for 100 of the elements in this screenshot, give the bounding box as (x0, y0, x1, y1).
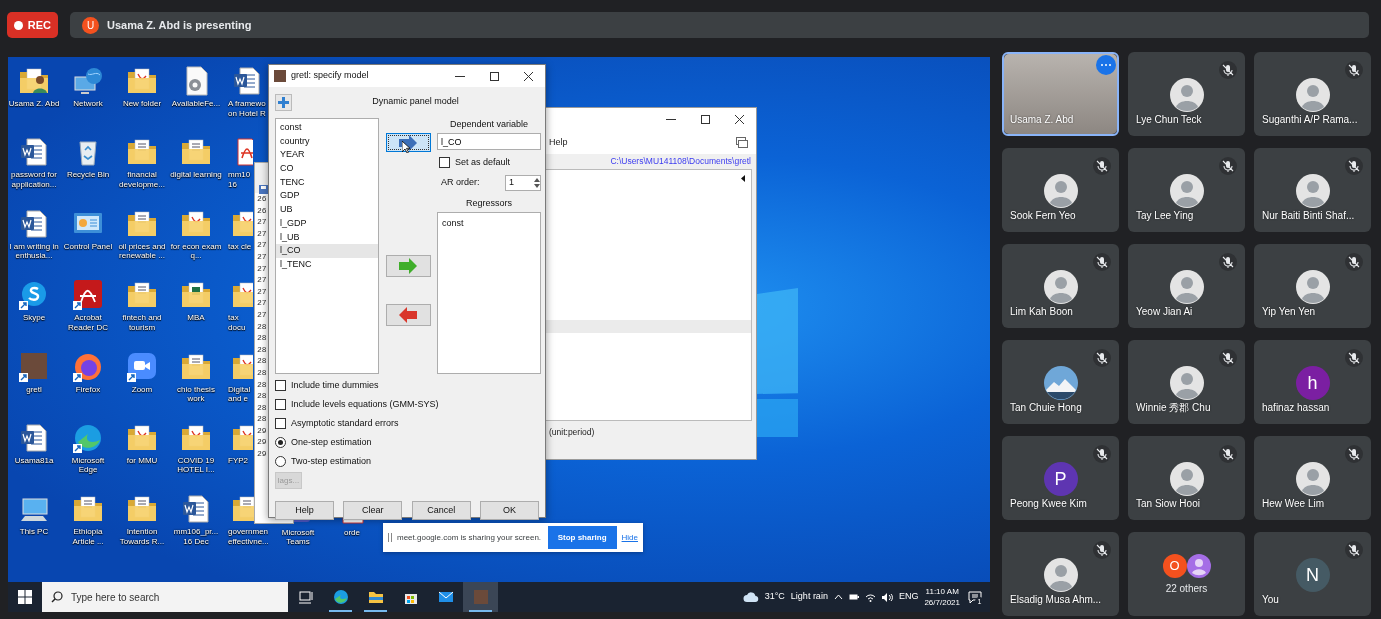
list-item[interactable]: TENC (276, 175, 378, 190)
save-icon[interactable] (259, 185, 268, 195)
speaker-icon[interactable] (881, 592, 893, 602)
participant-tile[interactable]: Winnie 秀郡 Chu (1128, 340, 1245, 424)
field-label: Regressors (465, 196, 513, 210)
list-item[interactable]: UB (276, 203, 378, 217)
avatar-silhouette (1295, 270, 1330, 304)
participant-name: Tan Siow Hooi (1136, 497, 1200, 511)
dialog-heading: Dynamic panel model (371, 95, 460, 109)
desktop-shortcut[interactable]: gretl (8, 346, 60, 418)
participant-name: Nur Baiti Binti Shaf... (1262, 209, 1355, 223)
remove-button[interactable] (385, 304, 431, 326)
desktop-shortcut[interactable]: mm106_pr... 16 Dec (170, 489, 222, 561)
list-item[interactable]: l_GDP (276, 216, 378, 231)
desktop-shortcut[interactable]: Recycle Bin (62, 132, 114, 204)
list-item[interactable]: country (276, 134, 378, 149)
desktop-shortcut[interactable]: Firefox (62, 346, 114, 418)
line-number: 27 (257, 308, 267, 321)
desktop-shortcut[interactable]: Ethiopia Article ... (62, 489, 114, 561)
dialog-button[interactable]: OK (480, 501, 539, 520)
participant-tile[interactable]: O 22 others (1128, 532, 1245, 616)
radio-button[interactable] (275, 456, 286, 467)
list-item[interactable]: GDP (276, 189, 378, 204)
checkbox[interactable] (275, 399, 286, 410)
participant-name: Yeow Jian Ai (1136, 305, 1193, 319)
desktop-shortcut[interactable]: Microsoft Edge (62, 417, 114, 490)
participant-tile[interactable]: Lye Chun Teck (1128, 52, 1245, 136)
participant-tile[interactable]: Elsadig Musa Ahm... (1002, 532, 1119, 616)
desktop-shortcut[interactable]: Skype (8, 275, 60, 347)
desktop-shortcut[interactable]: for econ exam q... (170, 203, 222, 276)
list-item[interactable]: l_TENC (276, 257, 378, 272)
participant-tile[interactable]: Sook Fern Yeo (1002, 148, 1119, 232)
desktop-shortcut[interactable]: MBA (170, 275, 222, 347)
participant-tile[interactable]: Lim Kah Boon (1002, 244, 1119, 328)
desktop-shortcut[interactable]: Acrobat Reader DC (62, 275, 114, 347)
desktop-shortcut[interactable]: AvailableFe... (170, 61, 222, 133)
running-indicator (329, 610, 352, 612)
desktop-shortcut[interactable]: COVID 19 HOTEL I... (170, 417, 222, 490)
radio-button[interactable] (275, 437, 286, 448)
desktop-shortcut[interactable]: chio thesis work (170, 346, 222, 418)
desktop-shortcut[interactable]: digital learning (170, 132, 222, 204)
search-field[interactable]: Type here to search (42, 582, 288, 612)
checkbox[interactable] (439, 157, 450, 169)
participant-tile[interactable]: Yeow Jian Ai (1128, 244, 1245, 328)
participant-tile[interactable]: N You (1254, 532, 1371, 616)
desktop-shortcut[interactable]: Usama81a (8, 417, 60, 490)
dialog-button[interactable]: Help (275, 501, 334, 520)
add-arrow-button[interactable] (385, 133, 431, 152)
participant-name: Elsadig Musa Ahm... (1010, 593, 1102, 607)
participant-tile[interactable]: Tay Lee Ying (1128, 148, 1245, 232)
language-indicator[interactable]: ENG (898, 590, 919, 604)
participant-tile[interactable]: Nur Baiti Binti Shaf... (1254, 148, 1371, 232)
participant-tile[interactable]: Tan Siow Hooi (1128, 436, 1245, 520)
windows-stack-icon[interactable] (736, 137, 748, 148)
participant-tile[interactable]: Yip Yen Yen (1254, 244, 1371, 328)
desktop-shortcut[interactable]: oil prices and renewable ... (116, 203, 168, 276)
participant-name: Suganthi A/P Rama... (1262, 113, 1358, 127)
list-item[interactable]: l_CO (276, 244, 378, 258)
dependent-variable-field[interactable]: l_CO (437, 133, 541, 150)
list-item[interactable]: const (442, 216, 536, 230)
list-item[interactable]: l_UB (276, 230, 378, 245)
stop-sharing-button[interactable]: Stop sharing (547, 526, 617, 549)
wifi-icon[interactable] (864, 592, 876, 602)
dialog-button[interactable]: Cancel (411, 501, 471, 520)
participant-tile[interactable]: Suganthi A/P Rama... (1254, 52, 1371, 136)
desktop-shortcut[interactable]: fintech and tourism (116, 275, 168, 347)
menu-item[interactable]: Help (549, 135, 568, 150)
initial-avatar: N (1295, 558, 1330, 592)
desktop-shortcut[interactable]: This PC (8, 489, 60, 561)
desktop-shortcut[interactable]: Usama Z. Abd (8, 61, 60, 133)
checkbox[interactable] (275, 380, 286, 391)
desktop-shortcut[interactable]: I am writing in enthusia... (8, 203, 60, 276)
add-button[interactable] (275, 93, 292, 111)
avatar-silhouette (1295, 174, 1330, 208)
participant-tile[interactable]: Tan Chuie Hong (1002, 340, 1119, 424)
clock[interactable]: 11:10 AM 26/7/2021 (924, 586, 960, 608)
desktop-shortcut[interactable]: password for application... (8, 132, 60, 204)
list-item[interactable]: const (276, 121, 378, 135)
hide-link[interactable]: Hide (621, 531, 638, 544)
desktop-shortcut[interactable]: New folder (116, 61, 168, 133)
list-item[interactable]: CO (276, 162, 378, 176)
desktop-shortcut[interactable]: Network (62, 61, 114, 133)
participant-tile[interactable]: Hew Wee Lim (1254, 436, 1371, 520)
temperature-text: 31°C (764, 590, 785, 604)
chevron-up-icon[interactable] (833, 594, 843, 600)
drag-handle-icon[interactable] (388, 533, 392, 542)
desktop-shortcut[interactable]: financial developme... (116, 132, 168, 204)
desktop-shortcut[interactable]: for MMU (116, 417, 168, 490)
desktop-shortcut[interactable]: Control Panel (62, 203, 114, 276)
participant-name: Sook Fern Yeo (1010, 209, 1076, 223)
desktop-shortcut[interactable]: Zoom (116, 346, 168, 418)
close-icon (734, 115, 744, 124)
battery-icon[interactable] (848, 593, 859, 601)
ar-order-spinner[interactable]: 1 (505, 174, 541, 191)
participant-tile[interactable]: h hafinaz hassan (1254, 340, 1371, 424)
participant-tile[interactable]: P Peong Kwee Kim (1002, 436, 1119, 520)
line-number: 27 (257, 262, 267, 275)
checkbox[interactable] (275, 418, 286, 429)
desktop-shortcut[interactable]: Intention Towards R... (116, 489, 168, 561)
list-item[interactable]: YEAR (276, 148, 378, 163)
